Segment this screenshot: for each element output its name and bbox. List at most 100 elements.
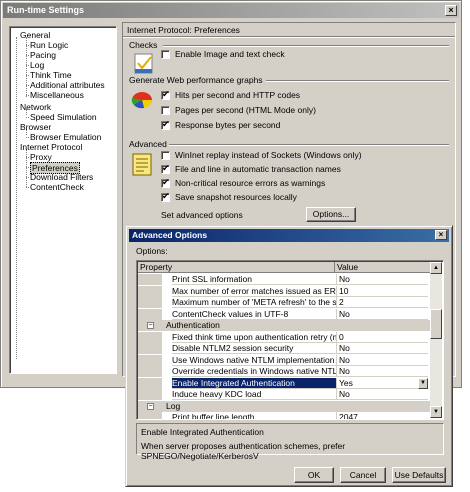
collapse-icon[interactable]: − xyxy=(147,322,154,329)
scroll-up-icon[interactable]: ▲ xyxy=(430,262,442,274)
tree-item[interactable]: Browser xyxy=(20,122,51,132)
wininet-replay-check[interactable]: WinInet replay instead of Sockets (Windo… xyxy=(161,150,362,160)
wininet-replay-checkbox[interactable] xyxy=(161,150,170,160)
tree-item[interactable]: Network xyxy=(20,102,51,112)
grid-property-row[interactable]: Print SSL information No xyxy=(138,274,431,285)
scroll-down-icon[interactable]: ▼ xyxy=(430,406,442,418)
property-value[interactable]: No xyxy=(336,343,428,354)
property-value[interactable]: 2047 xyxy=(336,412,428,419)
row-gutter xyxy=(138,308,162,320)
tree-item[interactable]: ContentCheck xyxy=(30,182,84,192)
row-gutter xyxy=(138,274,162,285)
tree-item[interactable]: Browser Emulation xyxy=(30,132,101,142)
tree-connector xyxy=(26,65,29,66)
dropdown-arrow-icon[interactable]: ▼ xyxy=(418,377,428,389)
property-column-header[interactable]: Property xyxy=(138,262,335,273)
window-titlebar[interactable]: Run-time Settings × xyxy=(3,3,459,18)
value-column-header[interactable]: Value xyxy=(335,262,431,273)
collapse-icon[interactable]: − xyxy=(147,402,154,410)
grid-property-row[interactable]: Max number of error matches issued as ER… xyxy=(138,285,431,297)
hits-per-second-checkbox[interactable] xyxy=(161,89,170,100)
tree-connector xyxy=(26,149,27,187)
property-value[interactable]: 2 xyxy=(336,297,428,308)
grid-property-row[interactable]: Print buffer line length 2047 xyxy=(138,412,431,419)
dialog-close-icon[interactable]: × xyxy=(435,230,447,240)
response-bytes-checkbox[interactable] xyxy=(161,119,170,130)
property-name: Disable NTLM2 session security xyxy=(172,343,337,354)
row-gutter xyxy=(138,297,162,308)
property-name: Print SSL information xyxy=(172,274,337,285)
advanced-settings-icon xyxy=(131,153,155,179)
property-value[interactable]: No xyxy=(336,366,428,377)
use-defaults-button[interactable]: Use Defaults xyxy=(392,467,446,483)
grid-property-row[interactable]: Enable Integrated Authentication Yes ▼ xyxy=(138,377,431,389)
grid-property-row[interactable]: ContentCheck values in UTF-8 No xyxy=(138,308,431,320)
noncritical-errors-checkbox[interactable] xyxy=(161,177,170,188)
property-name: Use Windows native NTLM implementation xyxy=(172,355,337,366)
tree-connector xyxy=(16,37,17,359)
cancel-button[interactable]: Cancel xyxy=(340,467,386,483)
pages-per-second-check[interactable]: Pages per second (HTML Mode only) xyxy=(161,105,316,115)
row-gutter xyxy=(138,389,162,400)
grid-property-row[interactable]: Maximum number of 'META refresh' to the … xyxy=(138,297,431,308)
save-snapshot-checkbox[interactable] xyxy=(161,191,170,202)
file-line-label: File and line in automatic transaction n… xyxy=(175,164,341,174)
hits-per-second-check[interactable]: Hits per second and HTTP codes xyxy=(161,89,300,100)
enable-image-text-checkbox[interactable] xyxy=(161,49,170,59)
scroll-thumb[interactable] xyxy=(430,309,442,339)
settings-tree[interactable]: General Run Logic Pacing Log Think Time Addit… xyxy=(9,26,117,374)
tree-item[interactable]: Run Logic xyxy=(30,40,68,50)
property-value[interactable]: 0 xyxy=(336,331,428,343)
grid-scrollbar[interactable]: ▲ ▼ xyxy=(430,262,442,418)
tree-item[interactable]: Internet Protocol xyxy=(20,142,82,152)
checks-heading: Checks xyxy=(129,40,158,50)
tree-connector xyxy=(26,37,27,97)
property-name: Max number of error matches issued as ER… xyxy=(172,285,337,297)
tree-item[interactable]: Download Filters xyxy=(30,172,93,182)
tree-item[interactable]: Proxy xyxy=(30,152,52,162)
property-value[interactable]: No xyxy=(336,274,428,285)
pages-per-second-checkbox[interactable] xyxy=(161,105,170,115)
property-value[interactable]: No xyxy=(336,389,428,400)
options-button[interactable]: Options... xyxy=(306,207,356,222)
tree-item[interactable]: Pacing xyxy=(30,50,56,60)
grid-category-row[interactable]: − Authentication xyxy=(138,320,432,331)
dialog-titlebar[interactable]: Advanced Options × xyxy=(129,229,449,242)
description-title: Enable Integrated Authentication xyxy=(141,427,264,437)
noncritical-errors-check[interactable]: Non-critical resource errors as warnings xyxy=(161,177,325,188)
save-snapshot-check[interactable]: Save snapshot resources locally xyxy=(161,191,297,202)
response-bytes-check[interactable]: Response bytes per second xyxy=(161,119,280,130)
tree-item[interactable]: Log xyxy=(30,60,44,70)
property-value[interactable]: Yes ▼ xyxy=(336,377,428,389)
grid-property-row[interactable]: Override credentials in Windows native N… xyxy=(138,366,431,377)
grid-category-row[interactable]: − Log xyxy=(138,400,432,412)
property-value[interactable]: 10 xyxy=(336,285,428,297)
tree-item[interactable]: General xyxy=(20,30,50,40)
options-label: Options: xyxy=(136,246,168,256)
property-name: Induce heavy KDC load xyxy=(172,389,337,400)
property-name: Enable Integrated Authentication xyxy=(172,377,337,389)
grid-property-row[interactable]: Fixed think time upon authentication ret… xyxy=(138,331,431,343)
tree-connector xyxy=(26,95,29,96)
options-property-grid[interactable]: Property Value Print SSL information No Ma… xyxy=(136,260,444,420)
grid-property-row[interactable]: Induce heavy KDC load No xyxy=(138,389,431,400)
grid-property-row[interactable]: Disable NTLM2 session security No xyxy=(138,343,431,354)
tree-item[interactable]: Think Time xyxy=(30,70,72,80)
enable-image-text-check[interactable]: Enable Image and text check xyxy=(161,49,285,59)
file-line-check[interactable]: File and line in automatic transaction n… xyxy=(161,163,341,174)
ok-button[interactable]: OK xyxy=(294,467,334,483)
close-icon[interactable]: × xyxy=(445,5,457,16)
grid-property-row[interactable]: Use Windows native NTLM implementation No xyxy=(138,354,431,366)
tree-item[interactable]: Miscellaneous xyxy=(30,90,84,100)
set-advanced-options-label: Set advanced options xyxy=(161,210,243,220)
tree-connector xyxy=(26,75,29,76)
property-name: Maximum number of 'META refresh' to the … xyxy=(172,297,337,308)
row-gutter xyxy=(138,285,162,297)
advanced-divider xyxy=(169,144,449,146)
tree-item[interactable]: Speed Simulation xyxy=(30,112,97,122)
property-value[interactable]: No xyxy=(336,354,428,366)
tree-item[interactable]: Additional attributes xyxy=(30,80,105,90)
property-value[interactable]: No xyxy=(336,308,428,320)
tree-connector xyxy=(26,55,29,56)
file-line-checkbox[interactable] xyxy=(161,163,170,174)
